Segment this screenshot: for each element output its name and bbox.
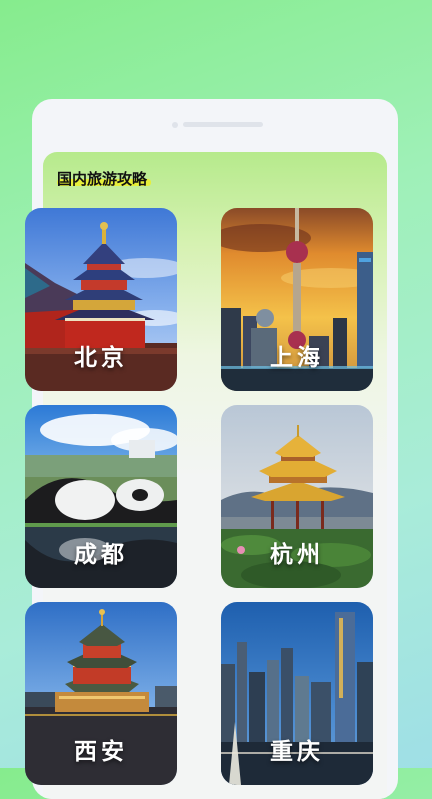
city-name-shanghai: 上海: [270, 345, 324, 371]
section-title-wrap: 国内旅游攻略: [57, 168, 152, 189]
city-name-hangzhou: 杭州: [270, 542, 324, 568]
city-card-hangzhou[interactable]: 杭州: [221, 405, 373, 588]
city-card-beijing[interactable]: 北京: [25, 208, 177, 391]
city-name-beijing: 北京: [74, 345, 128, 371]
camera-dot: [172, 122, 178, 128]
city-card-chongqing[interactable]: 重庆: [221, 602, 373, 785]
speaker-slot: [183, 122, 263, 127]
city-card-shanghai[interactable]: 上海: [221, 208, 373, 391]
city-card-chengdu[interactable]: 成都: [25, 405, 177, 588]
section-title: 国内旅游攻略: [57, 170, 148, 188]
city-name-chengdu: 成都: [74, 542, 128, 568]
city-name-xian: 西安: [74, 739, 128, 765]
city-name-chongqing: 重庆: [270, 739, 324, 765]
city-card-xian[interactable]: 西安: [25, 602, 177, 785]
